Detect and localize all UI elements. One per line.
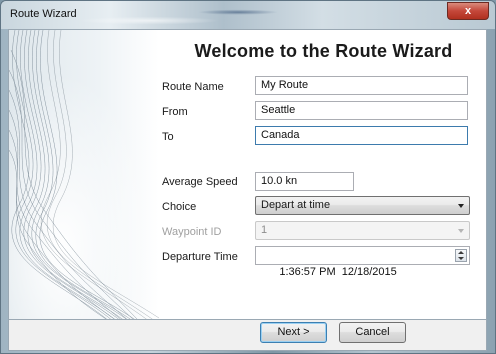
close-icon: x [464, 5, 472, 17]
choice-value: Depart at time [261, 199, 331, 211]
spin-down-icon[interactable] [458, 257, 464, 260]
cancel-button[interactable]: Cancel [339, 322, 406, 343]
waypoint-id-label: Waypoint ID [162, 226, 222, 238]
choice-label: Choice [162, 201, 197, 213]
departure-time-value: 1:36:57 PM 12/18/2015 [279, 266, 397, 278]
button-bar: Next > Cancel [8, 320, 487, 351]
spin-up-icon[interactable] [458, 251, 464, 254]
average-speed-label: Average Speed [162, 176, 238, 188]
window-title: Route Wizard [10, 8, 77, 20]
waypoint-id-value: 1 [261, 224, 268, 236]
page-title: Welcome to the Route Wizard [194, 41, 453, 61]
chevron-down-icon [458, 229, 464, 233]
route-name-input[interactable]: My Route [255, 76, 468, 95]
to-label: To [162, 131, 174, 143]
average-speed-input[interactable]: 10.0 kn [255, 172, 354, 191]
waypoint-id-dropdown[interactable]: 1 [255, 221, 470, 240]
to-input[interactable]: Canada [255, 126, 468, 145]
wizard-content: Welcome to the Route Wizard Route Name M… [8, 29, 487, 320]
departure-time-label: Departure Time [162, 251, 238, 263]
title-bar[interactable]: Route Wizard x [1, 1, 495, 29]
close-button[interactable]: x [447, 2, 489, 20]
route-wizard-window: Route Wizard x Welcome to the Route Wiza… [0, 0, 496, 354]
route-name-label: Route Name [162, 81, 224, 93]
time-spinner[interactable] [455, 249, 467, 262]
next-button[interactable]: Next > [260, 322, 327, 343]
chevron-down-icon [458, 204, 464, 208]
from-label: From [162, 106, 188, 118]
departure-time-picker[interactable]: 1:36:57 PM 12/18/2015 [255, 246, 470, 278]
choice-dropdown[interactable]: Depart at time [255, 196, 470, 215]
from-input[interactable]: Seattle [255, 101, 468, 120]
side-banner-art [9, 30, 159, 319]
